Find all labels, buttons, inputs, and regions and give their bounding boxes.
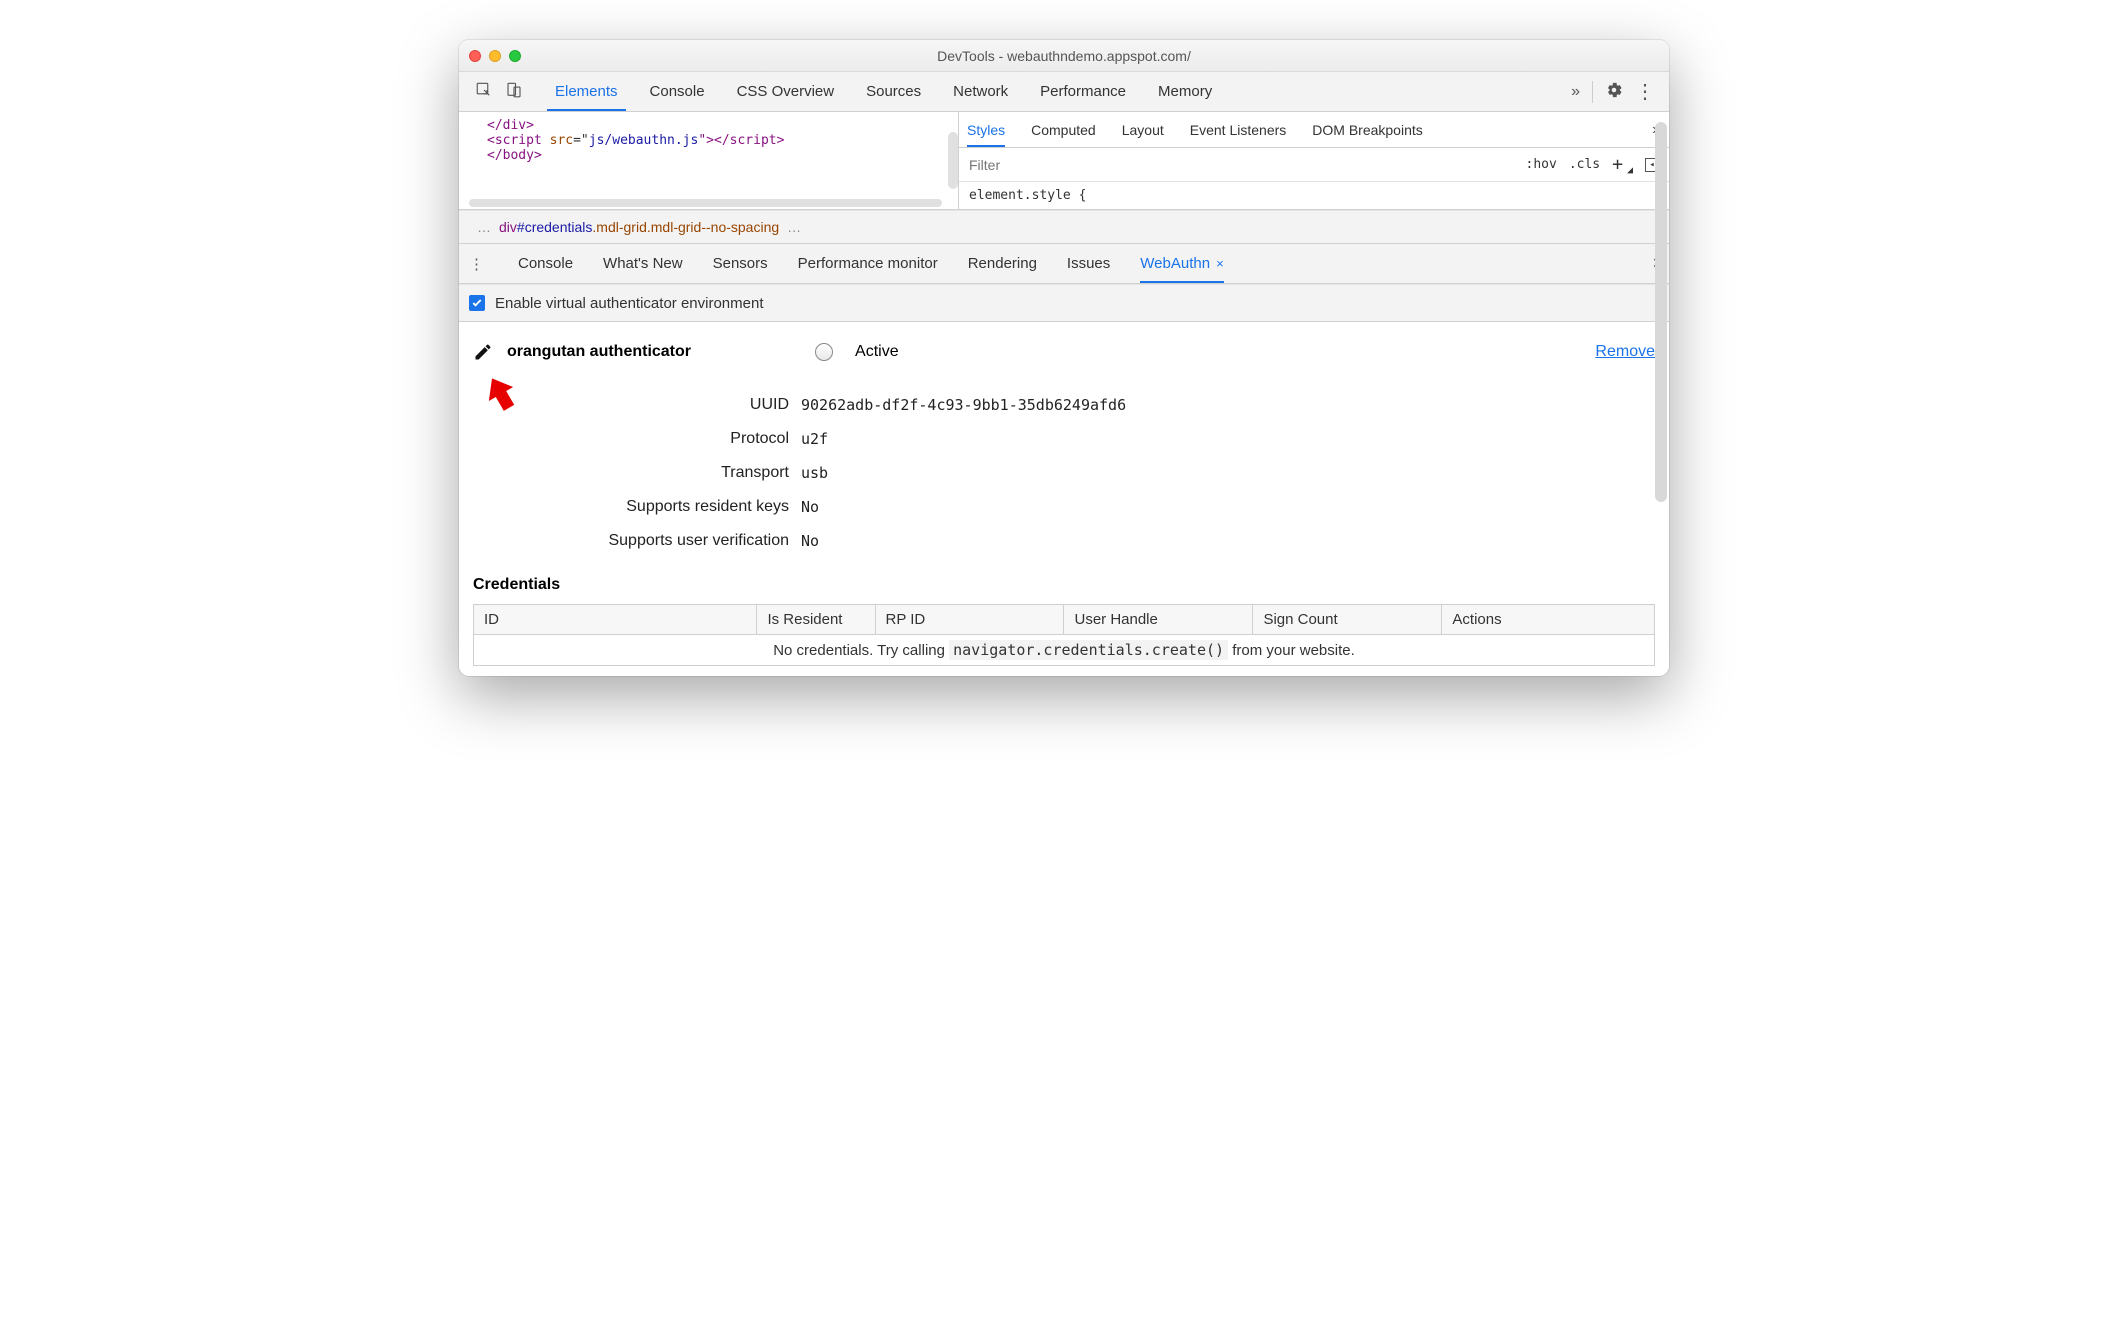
drawer-tab-webauthn[interactable]: WebAuthn× xyxy=(1140,244,1223,283)
dom-breadcrumb[interactable]: … div#credentials.mdl-grid.mdl-grid--no-… xyxy=(459,210,1669,244)
elements-row: </div> <script src="js/webauthn.js"></sc… xyxy=(459,112,1669,210)
col-id[interactable]: ID xyxy=(474,605,757,635)
devtools-window: DevTools - webauthndemo.appspot.com/ Ele… xyxy=(459,40,1669,676)
kebab-menu-icon[interactable]: ⋮ xyxy=(1635,79,1655,104)
drawer-more-icon[interactable]: ⋮ xyxy=(465,255,488,273)
drawer-tab-strip: ⋮ Console What's New Sensors Performance… xyxy=(459,244,1669,284)
tab-css-overview[interactable]: CSS Overview xyxy=(721,72,851,111)
styles-pane: Styles Computed Layout Event Listeners D… xyxy=(959,112,1669,209)
enable-virtual-auth-row: Enable virtual authenticator environment xyxy=(459,284,1669,322)
hov-toggle[interactable]: :hov xyxy=(1526,157,1557,172)
drawer-tab-rendering[interactable]: Rendering xyxy=(968,244,1037,283)
tab-performance[interactable]: Performance xyxy=(1024,72,1142,111)
corner-icon: ◢ xyxy=(1627,165,1633,176)
code-vertical-scrollbar[interactable] xyxy=(948,132,958,189)
authenticator-panel: orangutan authenticator Active Remove UU… xyxy=(459,322,1669,676)
active-radio[interactable] xyxy=(815,343,833,361)
cls-toggle[interactable]: .cls xyxy=(1569,157,1600,172)
inspect-icon[interactable] xyxy=(475,81,493,103)
tab-network[interactable]: Network xyxy=(937,72,1024,111)
pencil-icon[interactable] xyxy=(473,342,493,362)
styles-tab-styles[interactable]: Styles xyxy=(967,112,1005,147)
close-tab-icon[interactable]: × xyxy=(1216,256,1224,271)
tab-sources[interactable]: Sources xyxy=(850,72,937,111)
prop-label-protocol: Protocol xyxy=(473,430,801,448)
gear-icon[interactable] xyxy=(1605,81,1623,103)
more-tabs-icon[interactable]: » xyxy=(1571,83,1580,101)
arrow-annotation-icon xyxy=(481,374,521,414)
dom-tree[interactable]: </div> <script src="js/webauthn.js"></sc… xyxy=(459,112,959,209)
tab-console[interactable]: Console xyxy=(634,72,721,111)
styles-tab-event-listeners[interactable]: Event Listeners xyxy=(1190,112,1287,147)
remove-link[interactable]: Remove xyxy=(1595,343,1655,361)
authenticator-header: orangutan authenticator Active Remove xyxy=(473,342,1655,362)
tab-elements[interactable]: Elements xyxy=(539,72,634,111)
active-label: Active xyxy=(855,343,899,361)
prop-value-resident: No xyxy=(801,498,819,516)
styles-filter-input[interactable] xyxy=(969,157,1526,173)
styles-tab-layout[interactable]: Layout xyxy=(1122,112,1164,147)
prop-value-protocol: u2f xyxy=(801,430,828,448)
authenticator-properties: UUID90262adb-df2f-4c93-9bb1-35db6249afd6… xyxy=(473,388,1655,558)
prop-label-userverify: Supports user verification xyxy=(473,532,801,550)
prop-label-transport: Transport xyxy=(473,464,801,482)
element-style-block[interactable]: element.style { xyxy=(959,182,1669,209)
main-toolbar: Elements Console CSS Overview Sources Ne… xyxy=(459,72,1669,112)
drawer-tab-performance-monitor[interactable]: Performance monitor xyxy=(798,244,938,283)
col-rp-id[interactable]: RP ID xyxy=(875,605,1064,635)
col-sign-count[interactable]: Sign Count xyxy=(1253,605,1442,635)
breadcrumb-current[interactable]: div#credentials.mdl-grid.mdl-grid--no-sp… xyxy=(499,219,779,235)
titlebar: DevTools - webauthndemo.appspot.com/ xyxy=(459,40,1669,72)
prop-value-transport: usb xyxy=(801,464,828,482)
col-is-resident[interactable]: Is Resident xyxy=(757,605,875,635)
breadcrumb-left-ellipsis[interactable]: … xyxy=(469,219,499,235)
credentials-heading: Credentials xyxy=(473,558,1655,604)
drawer-tab-issues[interactable]: Issues xyxy=(1067,244,1110,283)
col-actions[interactable]: Actions xyxy=(1442,605,1655,635)
drawer-tab-console[interactable]: Console xyxy=(518,244,573,283)
prop-label-resident: Supports resident keys xyxy=(473,498,801,516)
enable-label: Enable virtual authenticator environment xyxy=(495,295,764,312)
col-user-handle[interactable]: User Handle xyxy=(1064,605,1253,635)
styles-tab-dom-breakpoints[interactable]: DOM Breakpoints xyxy=(1312,112,1422,147)
tab-memory[interactable]: Memory xyxy=(1142,72,1228,111)
enable-checkbox[interactable] xyxy=(469,295,485,311)
authenticator-name: orangutan authenticator xyxy=(507,343,691,361)
styles-filter-row: :hov .cls + ◢ ◂ xyxy=(959,148,1669,182)
drawer-tab-sensors[interactable]: Sensors xyxy=(713,244,768,283)
prop-label-uuid: UUID xyxy=(473,396,801,414)
breadcrumb-right-ellipsis[interactable]: … xyxy=(779,219,809,235)
styles-tab-computed[interactable]: Computed xyxy=(1031,112,1096,147)
prop-value-userverify: No xyxy=(801,532,819,550)
main-tab-strip: Elements Console CSS Overview Sources Ne… xyxy=(539,72,1228,111)
window-title: DevTools - webauthndemo.appspot.com/ xyxy=(459,48,1669,64)
credentials-empty-row: No credentials. Try calling navigator.cr… xyxy=(474,635,1655,666)
styles-tab-strip: Styles Computed Layout Event Listeners D… xyxy=(959,112,1669,148)
new-style-rule-button[interactable]: + xyxy=(1612,154,1623,175)
credentials-table: ID Is Resident RP ID User Handle Sign Co… xyxy=(473,604,1655,666)
drawer-tab-whats-new[interactable]: What's New xyxy=(603,244,683,283)
prop-value-uuid: 90262adb-df2f-4c93-9bb1-35db6249afd6 xyxy=(801,396,1126,414)
device-toolbar-icon[interactable] xyxy=(505,81,523,103)
code-horizontal-scrollbar[interactable] xyxy=(469,199,942,207)
